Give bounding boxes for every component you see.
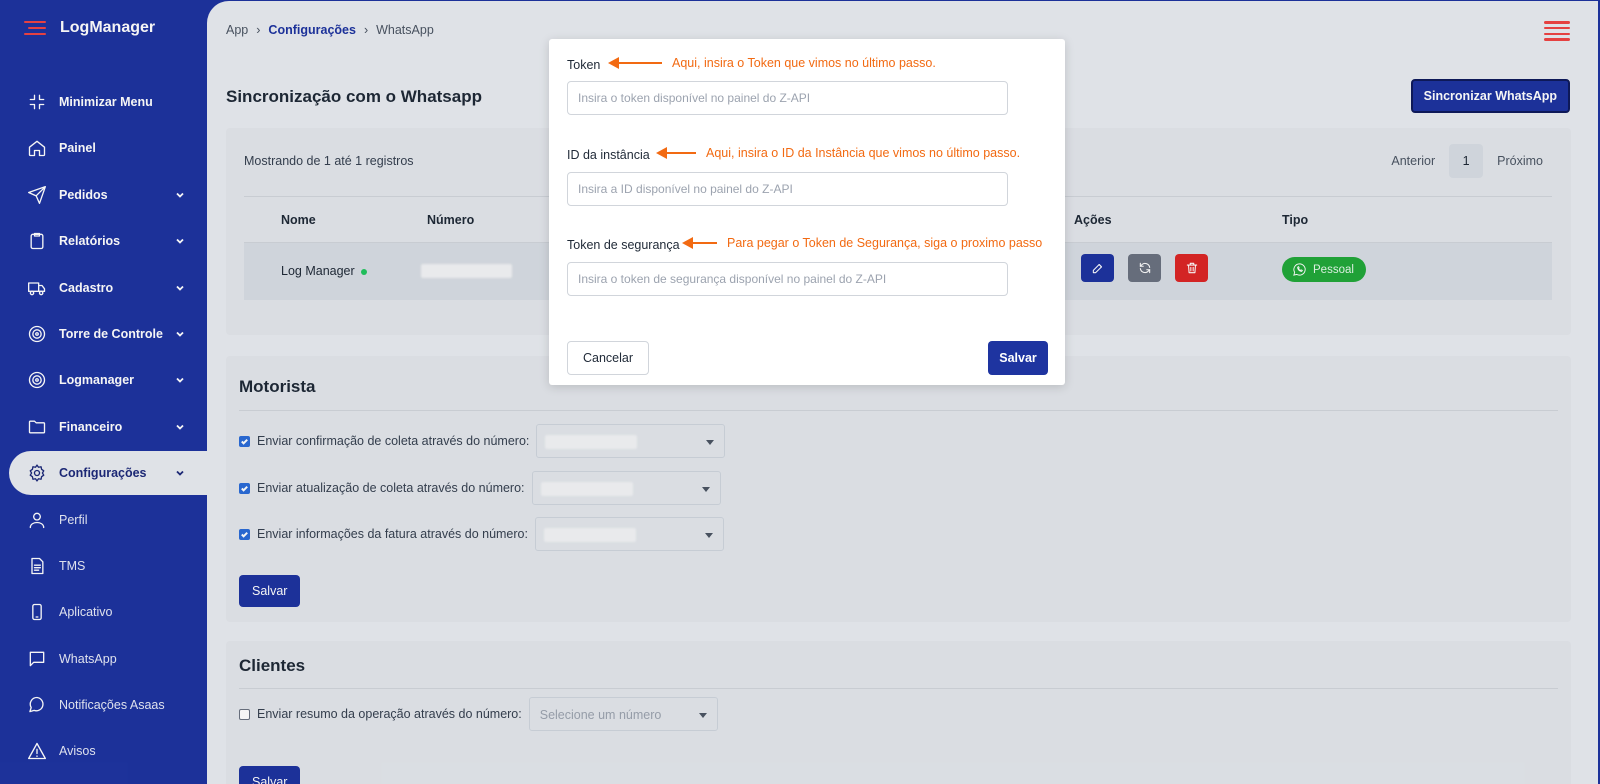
instance-id-input[interactable] bbox=[567, 172, 1008, 206]
cancel-button[interactable]: Cancelar bbox=[567, 341, 649, 375]
instance-id-annotation-text: Aqui, insira o ID da Instância que vimos… bbox=[706, 146, 1021, 160]
instance-id-label: ID da instância bbox=[567, 148, 650, 162]
security-token-label: Token de segurança bbox=[567, 238, 680, 252]
save-button[interactable]: Salvar bbox=[988, 341, 1048, 375]
security-token-input[interactable] bbox=[567, 262, 1008, 296]
token-input[interactable] bbox=[567, 81, 1008, 115]
arrow-left-icon bbox=[608, 57, 662, 69]
token-annotation: Aqui, insira o Token que vimos no último… bbox=[608, 56, 936, 70]
token-annotation-text: Aqui, insira o Token que vimos no último… bbox=[672, 56, 936, 70]
instance-id-annotation: Aqui, insira o ID da Instância que vimos… bbox=[656, 146, 1020, 160]
security-token-annotation-text: Para pegar o Token de Segurança, siga o … bbox=[727, 236, 1043, 250]
whatsapp-sync-modal: Token Aqui, insira o Token que vimos no … bbox=[549, 39, 1065, 385]
security-token-annotation: Para pegar o Token de Segurança, siga o … bbox=[682, 236, 1042, 250]
arrow-left-icon bbox=[682, 237, 717, 249]
token-label: Token bbox=[567, 58, 601, 72]
arrow-left-icon bbox=[656, 147, 696, 159]
